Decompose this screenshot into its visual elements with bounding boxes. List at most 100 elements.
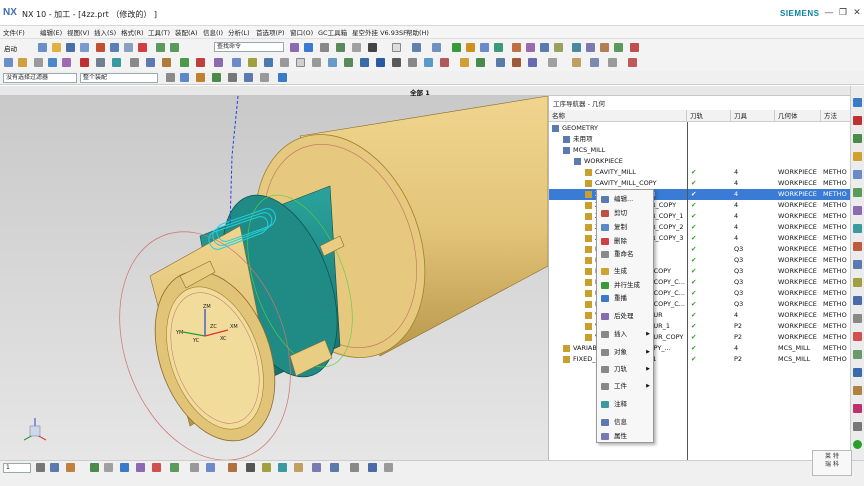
snap-off-icon[interactable] (384, 463, 393, 472)
insert-geometry-icon[interactable] (540, 43, 549, 52)
context-menu-item[interactable]: 对象 ▶ (597, 346, 653, 359)
snap-point-icon[interactable] (66, 463, 75, 472)
col-geometry-header[interactable]: 几何体 (775, 110, 821, 122)
context-menu-item[interactable]: 编辑... (597, 193, 653, 206)
operation-row[interactable]: FIXED_CONTOUR_COPY✔Q3WORKPIECEMETHO (549, 266, 851, 277)
col-method-header[interactable]: 方法 (821, 110, 851, 122)
operation-nav-icon[interactable] (853, 296, 862, 305)
shop-doc-icon[interactable] (494, 43, 503, 52)
snap-quadrant-icon[interactable] (136, 463, 145, 472)
menu-file[interactable]: 文件(F) (3, 27, 25, 37)
view-mode-select[interactable]: 1 (3, 463, 31, 473)
copy-icon[interactable] (110, 43, 119, 52)
context-menu-item[interactable]: 属性 (597, 430, 653, 443)
cut-icon[interactable] (96, 43, 105, 52)
analysis-nav-icon[interactable] (853, 404, 862, 413)
web-browser-icon[interactable] (853, 188, 862, 197)
snap-end-icon[interactable] (90, 463, 99, 472)
chamfer-icon[interactable] (248, 58, 257, 67)
sketch-icon[interactable] (130, 58, 139, 67)
operation-row[interactable]: VARIABLE_CONTOUR✔4WORKPIECEMETHO (549, 310, 851, 321)
feature-icon[interactable] (614, 43, 623, 52)
menu-preferences[interactable]: 首选项(P) (256, 27, 285, 37)
snap-silhouette-icon[interactable] (350, 463, 359, 472)
context-menu-item[interactable]: 复制 (597, 221, 653, 234)
generate-icon[interactable] (452, 43, 461, 52)
wcs-icon[interactable] (304, 43, 313, 52)
cylinder-icon[interactable] (112, 58, 121, 67)
zoom-icon[interactable] (392, 58, 401, 67)
operation-row[interactable]: GEOMETRY (549, 123, 851, 134)
status-icon[interactable] (853, 440, 862, 449)
snap-dimension-icon[interactable] (368, 463, 377, 472)
close-button[interactable]: ✕ (850, 6, 864, 20)
delete-icon[interactable] (138, 43, 147, 52)
minimize-button[interactable]: — (822, 6, 836, 20)
snap-pole-icon[interactable] (330, 463, 339, 472)
pan-icon[interactable] (424, 58, 433, 67)
geometry-view-icon[interactable] (48, 58, 57, 67)
tool-path-icon[interactable] (460, 58, 469, 67)
operation-row[interactable]: ZLEVEL_CONTOUR_COPY_2✔4WORKPIECEMETHO (549, 222, 851, 233)
constraint-nav-icon[interactable] (853, 116, 862, 125)
menu-help[interactable]: 帮助(H) (406, 27, 429, 37)
paste-icon[interactable] (124, 43, 133, 52)
snap-mid-icon[interactable] (104, 463, 113, 472)
extrude-icon[interactable] (146, 58, 155, 67)
edit-object-icon[interactable] (600, 43, 609, 52)
redo-icon[interactable] (170, 43, 179, 52)
operation-row[interactable]: CAVITY_MILL_COPY ✔ 4 WORKPIECE METHO (549, 178, 851, 189)
context-menu-item[interactable]: 并行生成 (597, 279, 653, 292)
select-curve-icon[interactable] (244, 73, 253, 82)
undo-icon[interactable] (156, 43, 165, 52)
snap-tangent-icon[interactable] (170, 463, 179, 472)
hide-icon[interactable] (336, 43, 345, 52)
block-icon[interactable] (96, 58, 105, 67)
menu-view[interactable]: 视图(V) (67, 27, 90, 37)
operation-row[interactable]: ZLEVEL_CONTOUR✔4WORKPIECEMETHO (549, 189, 851, 200)
select-point-icon[interactable] (260, 73, 269, 82)
snap-existing-icon[interactable] (312, 463, 321, 472)
context-menu-item[interactable]: 重播 (597, 292, 653, 305)
menu-format[interactable]: 格式(R) (121, 27, 144, 37)
simulate-icon[interactable] (586, 43, 595, 52)
snap-grid-icon[interactable] (246, 463, 255, 472)
box-icon[interactable] (36, 463, 45, 472)
context-menu-item[interactable]: 后处理 (597, 310, 653, 323)
operation-row[interactable]: FIXED_CONTOUR_COPY_C...✔Q3WORKPIECEMETHO (549, 277, 851, 288)
snap-bounded-icon[interactable] (278, 463, 287, 472)
cancel-icon[interactable] (630, 43, 639, 52)
menu-tools[interactable]: 工具(T) (148, 27, 170, 37)
command-search-input[interactable]: 查找命令 (214, 42, 284, 52)
operation-row[interactable]: CAVITY_MILL ✔ 4 WORKPIECE METHO (549, 167, 851, 178)
operation-row[interactable]: ZLEVEL_CONTOUR_COPY✔4WORKPIECEMETHO (549, 200, 851, 211)
operation-row[interactable]: FIXED_CONTOUR_COPY_C...✔Q3WORKPIECEMETHO (549, 288, 851, 299)
col-tool-header[interactable]: 刀具 (731, 110, 775, 122)
system-scene-icon[interactable] (853, 260, 862, 269)
grid-icon[interactable] (608, 58, 617, 67)
open-icon[interactable] (52, 43, 61, 52)
section-icon[interactable] (344, 58, 353, 67)
show-icon[interactable] (352, 43, 361, 52)
snap-center-icon[interactable] (120, 463, 129, 472)
cut-area-icon[interactable] (496, 58, 505, 67)
feature-nav-icon[interactable] (853, 314, 862, 323)
snap-curve-icon[interactable] (206, 463, 215, 472)
snap-icon[interactable] (572, 58, 581, 67)
operation-icon[interactable] (572, 43, 581, 52)
operation-row[interactable]: VARIABLE_CONTOUR_COPY_...✔4MCS_MILLMETHO (549, 343, 851, 354)
select-all-icon[interactable] (166, 73, 175, 82)
color-icon[interactable] (368, 43, 377, 52)
context-menu-item[interactable]: 插入 ▶ (597, 328, 653, 341)
shaded-icon[interactable] (312, 58, 321, 67)
context-menu-item[interactable]: 剪切 (597, 207, 653, 220)
manufacturing-icon[interactable] (4, 58, 13, 67)
insert-program-icon[interactable] (512, 43, 521, 52)
hole-icon[interactable] (180, 58, 189, 67)
context-menu-item[interactable]: 删除 (597, 235, 653, 248)
context-menu-item[interactable]: 刀轨 ▶ (597, 363, 653, 376)
layer-icon[interactable] (290, 43, 299, 52)
save-icon[interactable] (66, 43, 75, 52)
operation-row[interactable]: FIXED_CONTOUR_COPY_1✔P2MCS_MILLMETHO (549, 354, 851, 365)
hd3d-icon[interactable] (853, 170, 862, 179)
